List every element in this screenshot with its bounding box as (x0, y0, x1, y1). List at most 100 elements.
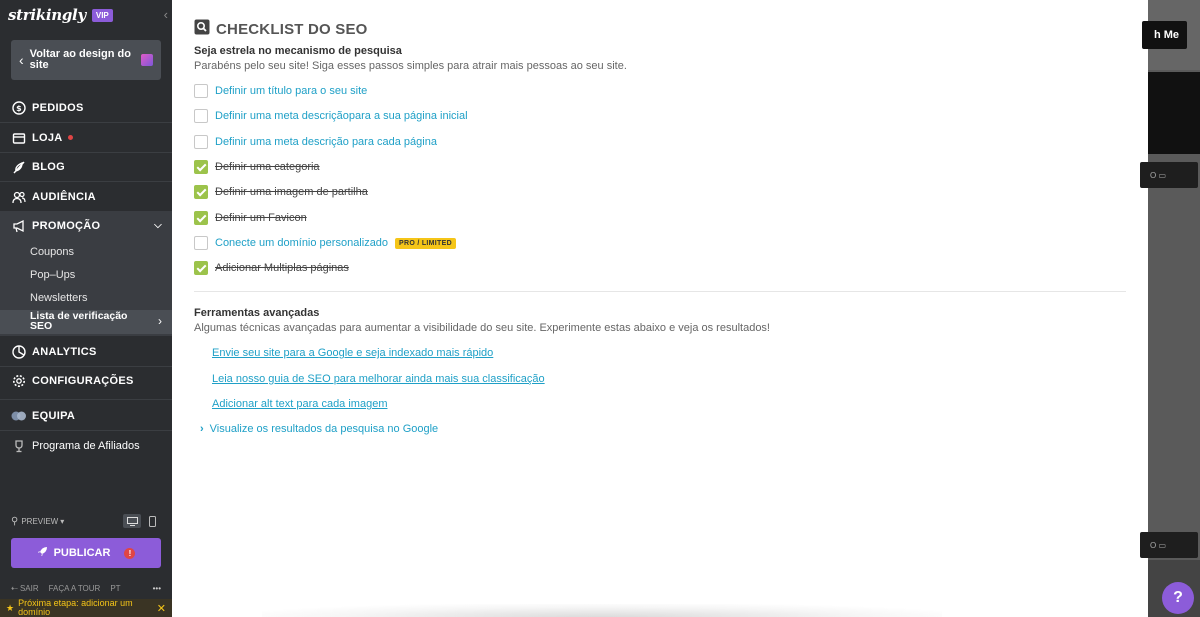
checklist-item[interactable]: Definir um título para o seu site (194, 84, 367, 98)
publish-label: PUBLICAR (53, 547, 111, 559)
team-icon (11, 408, 27, 424)
rocket-icon (37, 546, 48, 560)
divider (194, 291, 1126, 292)
checkbox[interactable] (194, 236, 208, 250)
advanced-heading: Ferramentas avançadas (194, 307, 320, 319)
preview-row: ⚲ PREVIEW ▾ (11, 513, 161, 529)
page-title: CHECKLIST DO SEO (216, 21, 368, 38)
checkbox[interactable] (194, 135, 208, 149)
design-icon (141, 54, 153, 66)
more-options-icon[interactable]: ••• (153, 584, 161, 593)
chevron-down-icon: ⌵ (154, 220, 162, 231)
seo-checklist-panel: CHECKLIST DO SEO Seja estrela no mecanis… (172, 0, 1148, 617)
nav-item-promocao[interactable]: PROMOÇÃO ⌵ (0, 211, 172, 240)
gear-icon (11, 373, 27, 389)
dollar-icon: $ (11, 100, 27, 116)
nav-item-equipa[interactable]: EQUIPA (0, 401, 172, 430)
chevron-right-icon: › (158, 314, 162, 328)
checklist-item[interactable]: Definir uma meta descriçãopara a sua pág… (194, 109, 468, 123)
image-icon: ▭ (1158, 540, 1167, 550)
exit-label: SAIR (19, 584, 39, 593)
chevron-left-icon: ‹ (19, 52, 24, 68)
nav-label-loja: LOJA (32, 131, 63, 144)
image-icon: ▭ (1158, 170, 1167, 180)
checklist-item[interactable]: Definir uma categoria (194, 160, 320, 174)
sub-item-coupons[interactable]: Coupons (30, 246, 74, 258)
next-step-banner[interactable]: ★ Próxima etapa: adicionar um domínio ✕ (0, 599, 172, 617)
checklist-item[interactable]: Conecte um domínio personalizado PRO / L… (194, 236, 456, 250)
checkbox-checked[interactable] (194, 185, 208, 199)
tool-link-google-submit[interactable]: Envie seu site para a Google e seja inde… (212, 347, 493, 359)
nav-label-blog: BLOG (32, 160, 65, 173)
checkbox[interactable] (194, 109, 208, 123)
checklist-item-label: Definir uma categoria (215, 161, 320, 173)
nav-item-audiencia[interactable]: AUDIÊNCIA (0, 182, 172, 211)
tour-link[interactable]: FAÇA A TOUR (49, 584, 101, 593)
checkbox[interactable] (194, 84, 208, 98)
advanced-description: Algumas técnicas avançadas para aumentar… (194, 322, 770, 334)
caret-down-icon: ▾ (60, 516, 65, 526)
nav-item-loja[interactable]: LOJA (0, 123, 172, 152)
exit-link[interactable]: ⇠ SAIR (11, 584, 39, 593)
preview-tag-label: O (1150, 170, 1157, 180)
divider (0, 399, 172, 400)
nav-label-afiliados: Programa de Afiliados (32, 439, 140, 452)
sub-item-seo-checklist[interactable]: Lista de verificação SEO › (0, 310, 172, 334)
nav-item-configuracoes[interactable]: CONFIGURAÇÕES (0, 366, 172, 395)
checklist-item-label[interactable]: Conecte um domínio personalizado (215, 237, 388, 249)
trophy-icon (11, 438, 27, 454)
nav-item-blog[interactable]: BLOG (0, 152, 172, 181)
collapse-sidebar-icon[interactable]: ‹ (164, 7, 168, 22)
checklist-item[interactable]: Definir um Favicon (194, 211, 307, 225)
vip-badge: VIP (91, 8, 113, 22)
checkbox-checked[interactable] (194, 211, 208, 225)
nav-item-analytics[interactable]: ANALYTICS (0, 337, 172, 366)
checklist-item-label: Definir um Favicon (215, 212, 307, 224)
preview-image-tag: O ▭ (1140, 532, 1198, 558)
checkbox-checked[interactable] (194, 160, 208, 174)
checklist-item-label[interactable]: Definir uma meta descriçãopara a sua pág… (215, 110, 468, 122)
checklist-item-label: Definir uma imagem de partilha (215, 186, 368, 198)
logo[interactable]: strikingly (8, 6, 86, 24)
checklist-item[interactable]: Adicionar Multiplas páginas (194, 261, 349, 275)
checklist-item[interactable]: Definir uma imagem de partilha (194, 185, 368, 199)
notification-dot (67, 135, 73, 140)
help-button[interactable]: ? (1162, 582, 1194, 614)
sub-item-popups[interactable]: Pop–Ups (30, 269, 75, 281)
nav-item-afiliados[interactable]: Programa de Afiliados (0, 431, 172, 460)
section-heading: Seja estrela no mecanismo de pesquisa (194, 45, 402, 57)
checklist-item[interactable]: Definir uma meta descrição para cada pág… (194, 135, 437, 149)
publish-button[interactable]: PUBLICAR ! (11, 538, 161, 568)
nav-item-pedidos[interactable]: $ PEDIDOS (0, 93, 172, 122)
scroll-shadow (262, 604, 942, 617)
preview-cta-button: h Me (1142, 21, 1187, 49)
checkbox-checked[interactable] (194, 261, 208, 275)
back-to-design-label: Voltar ao design do site (29, 48, 131, 71)
search-icon: ⚲ (11, 515, 19, 527)
logo-row: strikingly VIP (8, 6, 113, 24)
sub-item-newsletters[interactable]: Newsletters (30, 292, 87, 304)
panel-header: CHECKLIST DO SEO (194, 19, 368, 40)
nav-label-pedidos: PEDIDOS (32, 101, 84, 114)
nav-label-analytics: ANALYTICS (32, 345, 97, 358)
pro-badge: PRO / LIMITED (395, 237, 456, 249)
language-select[interactable]: PT (110, 584, 120, 593)
checklist-item-label[interactable]: Definir uma meta descrição para cada pág… (215, 136, 437, 148)
desktop-icon[interactable] (123, 514, 141, 528)
preview-image-tag: O ▭ (1140, 162, 1198, 188)
section-description: Parabéns pelo seu site! Siga esses passo… (194, 60, 627, 72)
nav-label-configuracoes: CONFIGURAÇÕES (32, 374, 134, 387)
mobile-icon[interactable] (143, 514, 161, 528)
google-preview-toggle[interactable]: › Visualize os resultados da pesquisa no… (200, 423, 438, 435)
tool-link-seo-guide[interactable]: Leia nosso guia de SEO para melhorar ain… (212, 373, 545, 385)
users-icon (11, 189, 27, 205)
star-icon: ★ (6, 602, 15, 613)
preview-dropdown[interactable]: PREVIEW (21, 517, 58, 526)
close-icon[interactable]: ✕ (157, 602, 166, 615)
tool-link-alt-text[interactable]: Adicionar alt text para cada imagem (212, 398, 387, 410)
alert-icon: ! (124, 547, 136, 559)
back-to-design-button[interactable]: ‹ Voltar ao design do site (11, 40, 161, 80)
next-step-label: Próxima etapa: adicionar um domínio (18, 598, 133, 617)
checklist-item-label: Adicionar Multiplas páginas (215, 262, 349, 274)
checklist-item-label[interactable]: Definir um título para o seu site (215, 85, 367, 97)
